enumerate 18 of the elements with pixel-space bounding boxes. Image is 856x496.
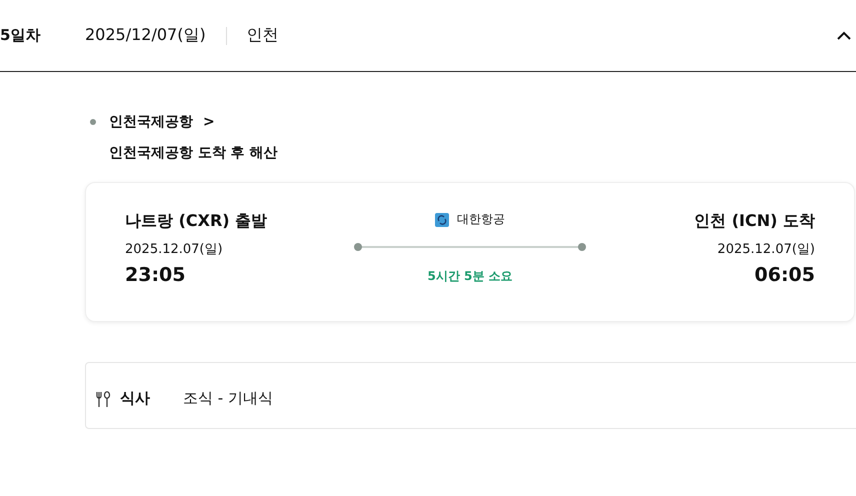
- arrival-date: 2025.12.07(일): [717, 241, 815, 258]
- meal-value: 조식 - 기내식: [183, 389, 273, 408]
- bullet-dot: [90, 119, 96, 125]
- meal-label: 식사: [120, 389, 151, 408]
- place-note: 인천국제공항 도착 후 해산: [109, 144, 279, 162]
- place-link[interactable]: 인천국제공항 >: [109, 113, 215, 131]
- utensils-icon: [96, 390, 111, 406]
- arrival-name: 인천 (ICN) 도착: [694, 211, 815, 232]
- departure-name: 나트랑 (CXR) 출발: [125, 211, 268, 232]
- day-label: 5일차: [0, 26, 42, 45]
- airline-name: 대한항공: [457, 211, 505, 228]
- departure-time: 23:05: [125, 264, 186, 286]
- day-city: 인천: [246, 25, 279, 46]
- arrival-time: 06:05: [754, 264, 815, 286]
- flight-duration: 5시간 5분 소요: [427, 268, 513, 285]
- airline-logo-icon: [435, 212, 449, 226]
- departure-date: 2025.12.07(일): [125, 241, 224, 258]
- day-date: 2025/12/07(일): [85, 25, 206, 46]
